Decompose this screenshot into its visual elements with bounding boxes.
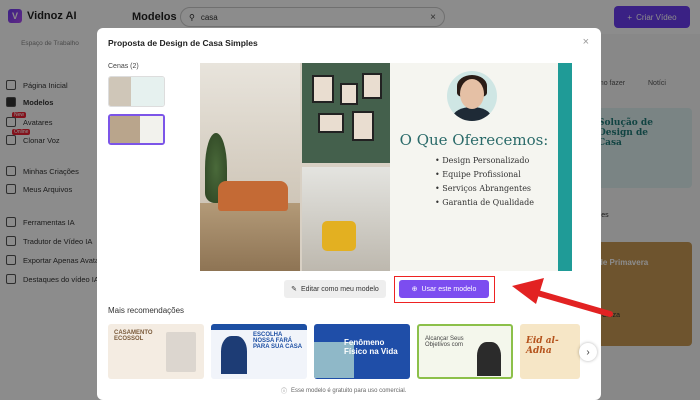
- recommendation-text: Alcançar Seus Objetivos com: [425, 336, 464, 348]
- slide-content: O Que Oferecemos: Design Personalizado E…: [390, 63, 572, 271]
- recommendation-text: CASAMENTO ECOSSOL: [114, 330, 153, 342]
- recommendation-card[interactable]: Alcançar Seus Objetivos com: [417, 324, 513, 379]
- list-item: Serviços Abrangentes: [435, 184, 534, 193]
- slide-preview: O Que Oferecemos: Design Personalizado E…: [200, 63, 572, 271]
- next-arrow-button[interactable]: ›: [579, 343, 597, 361]
- use-template-button[interactable]: ⊕ Usar este modelo: [399, 280, 489, 298]
- use-label: Usar este modelo: [421, 285, 477, 293]
- recommendation-text: ESCOLHA NOSSA FARÁ PARA SUA CASA: [253, 332, 303, 350]
- scene-thumbnail-2[interactable]: [108, 114, 165, 145]
- use-template-highlight: ⊕ Usar este modelo: [394, 276, 495, 303]
- close-icon[interactable]: ×: [583, 36, 589, 48]
- avatar: [447, 71, 497, 121]
- more-recommendations-label: Mais recomendações: [108, 306, 185, 315]
- interior-photo: [200, 63, 390, 271]
- recommendation-text: Fenômeno Físico na Vida: [344, 338, 398, 356]
- edit-icon: ✎: [291, 286, 298, 293]
- license-note: ⓘ Esse modelo é gratuito para uso comerc…: [281, 386, 407, 396]
- slide-heading: O Que Oferecemos:: [399, 131, 549, 149]
- license-note-text: Esse modelo é gratuito para uso comercia…: [291, 387, 407, 394]
- slide-accent-bar: [558, 63, 572, 271]
- recommendation-card[interactable]: CASAMENTO ECOSSOL: [108, 324, 204, 379]
- list-item: Design Personalizado: [435, 156, 534, 165]
- slide-list: Design Personalizado Equipe Profissional…: [435, 156, 534, 212]
- modal-title: Proposta de Design de Casa Simples: [108, 38, 258, 48]
- recommendation-card[interactable]: ESCOLHA NOSSA FARÁ PARA SUA CASA: [211, 324, 307, 379]
- edit-as-my-template-button[interactable]: ✎ Editar como meu modelo: [284, 280, 386, 298]
- edit-label: Editar como meu modelo: [301, 285, 379, 293]
- scene-thumbnail-1[interactable]: [108, 76, 165, 107]
- recommendation-card[interactable]: Eid al-Adha: [520, 324, 580, 379]
- recommendation-card[interactable]: Fenômeno Físico na Vida: [314, 324, 410, 379]
- plus-circle-icon: ⊕: [411, 286, 418, 293]
- recommendation-text: Eid al-Adha: [526, 336, 559, 356]
- red-arrow-annotation: [512, 278, 613, 317]
- info-icon: ⓘ: [281, 389, 288, 395]
- list-item: Garantia de Qualidade: [435, 198, 534, 207]
- template-preview-modal: Proposta de Design de Casa Simples × Cen…: [97, 28, 601, 400]
- scenes-label: Cenas (2): [108, 63, 139, 70]
- list-item: Equipe Profissional: [435, 170, 534, 179]
